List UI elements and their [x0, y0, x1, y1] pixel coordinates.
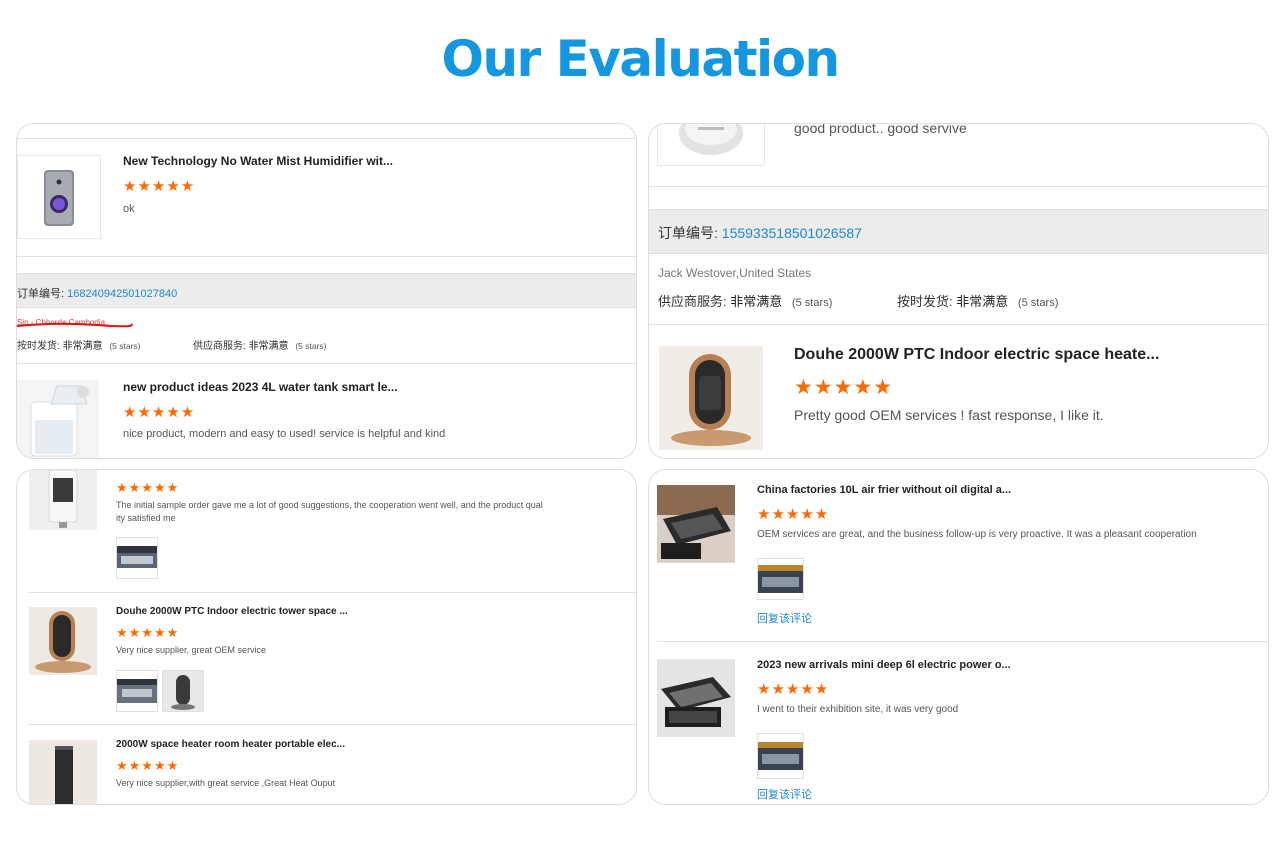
product-image-tower-heater[interactable] [29, 607, 97, 675]
order-number[interactable]: 155933518501026587 [722, 225, 862, 241]
review-photo[interactable] [116, 537, 158, 579]
buyer-strike [17, 322, 133, 328]
review-card-4: China factories 10L air frier without oi… [648, 469, 1269, 805]
review-photo[interactable] [757, 733, 804, 779]
rating-stars: ★★★★★ [116, 625, 180, 640]
divider [649, 324, 1268, 325]
review-card-3: ★★★★★ The initial sample order gave me a… [16, 469, 637, 805]
review-photo[interactable] [757, 558, 804, 600]
rating-stars: ★★★★★ [123, 404, 196, 421]
delivery-rating: 按时发货: 非常满意 (5 stars) [897, 294, 1059, 309]
order-bar: 订单编号: 155933518501026587 [649, 209, 1268, 254]
order-label: 订单编号: [658, 225, 718, 241]
divider [29, 592, 636, 593]
divider [17, 138, 636, 139]
service-rating: 供应商服务: 非常满意 (5 stars) [658, 294, 833, 309]
review-card-1: New Technology No Water Mist Humidifier … [16, 123, 637, 459]
review-text: Very nice supplier,with great service ,G… [116, 778, 336, 788]
rating-stars: ★★★★★ [116, 480, 180, 495]
order-bar: 订单编号: 168240942501027840 [17, 273, 636, 308]
review-text: I went to their exhibition site, it was … [757, 704, 959, 715]
review-photo[interactable] [162, 670, 204, 712]
reply-link[interactable]: 回复该评论 [757, 610, 812, 626]
delivery-rating: 按时发货: 非常满意 (5 stars) [17, 341, 141, 352]
review-text: Pretty good OEM services ! fast response… [794, 407, 1104, 423]
review-text: good product.. good servive [794, 123, 967, 136]
divider [649, 186, 1268, 187]
rating-stars: ★★★★★ [116, 758, 180, 773]
product-title[interactable]: New Technology No Water Mist Humidifier … [123, 154, 393, 168]
product-image-humidifier[interactable] [17, 155, 101, 239]
review-text: ok [123, 203, 135, 215]
product-image-air-fryer[interactable] [657, 485, 735, 563]
product-title[interactable]: 2000W space heater room heater portable … [116, 739, 345, 750]
product-image-space-heater[interactable] [29, 740, 97, 804]
review-card-2: good product.. good servive 订单编号: 155933… [648, 123, 1269, 459]
product-title[interactable]: Douhe 2000W PTC Indoor electric tower sp… [116, 606, 348, 617]
reply-link[interactable]: 回复该评论 [757, 786, 812, 802]
product-image-cooler[interactable] [29, 470, 97, 530]
product-image-electric-oven[interactable] [657, 659, 735, 737]
service-rating: 供应商服务: 非常满意 (5 stars) [193, 341, 327, 352]
rating-stars: ★★★★★ [757, 506, 830, 523]
divider [29, 724, 636, 725]
rating-stars: ★★★★★ [794, 376, 894, 399]
review-text-line1: The initial sample order gave me a lot o… [116, 500, 543, 510]
review-photo[interactable] [116, 670, 158, 712]
order-label: 订单编号: [17, 288, 65, 300]
rating-stars: ★★★★★ [757, 681, 830, 698]
product-image-heater[interactable] [659, 346, 763, 450]
buyer-info: Jack Westover,United States [658, 266, 812, 280]
divider [17, 256, 636, 257]
divider [17, 363, 636, 364]
divider [657, 641, 1268, 642]
order-number[interactable]: 168240942501027840 [67, 288, 177, 300]
review-text: OEM services are great, and the business… [757, 529, 1197, 540]
product-image-water-tank[interactable] [17, 380, 99, 458]
review-text: Very nice supplier, great OEM service [116, 645, 267, 655]
product-title[interactable]: new product ideas 2023 4L water tank sma… [123, 380, 398, 394]
product-title[interactable]: Douhe 2000W PTC Indoor electric space he… [794, 346, 1159, 364]
page-title: Our Evaluation [441, 30, 840, 88]
product-image-top[interactable] [657, 124, 765, 166]
rating-stars: ★★★★★ [123, 178, 196, 195]
product-title[interactable]: China factories 10L air frier without oi… [757, 484, 1011, 496]
product-title[interactable]: 2023 new arrivals mini deep 6l electric … [757, 659, 1011, 671]
review-text: nice product, modern and easy to used! s… [123, 428, 446, 440]
review-text-line2: ity satisfied me [116, 513, 176, 523]
